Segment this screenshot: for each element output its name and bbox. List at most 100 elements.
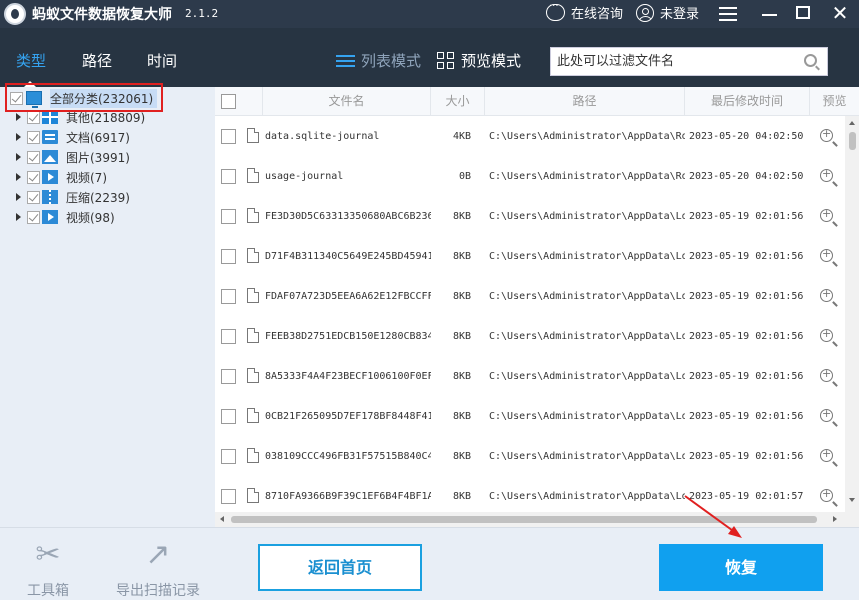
row-checkbox[interactable] <box>221 129 236 144</box>
row-checkbox[interactable] <box>221 289 236 304</box>
highlight-box <box>5 83 163 112</box>
expand-arrow-icon[interactable] <box>16 133 21 141</box>
tree-item-documents[interactable]: 文档(6917) <box>0 127 215 147</box>
tree-item-videos-2[interactable]: 视频(98) <box>0 207 215 227</box>
picture-icon <box>42 150 58 164</box>
tree-item-pictures[interactable]: 图片(3991) <box>0 147 215 167</box>
scroll-thumb[interactable] <box>849 132 856 150</box>
file-path-cell: C:\Users\Administrator\AppData\Lo <box>489 211 685 222</box>
scroll-up-icon[interactable] <box>849 121 855 125</box>
table-row[interactable]: 8710FA9366B9F39C1EF6B4F4BF1A 8KB C:\Users\… <box>215 477 845 517</box>
login-link[interactable]: 未登录 <box>636 3 699 22</box>
file-time-cell: 2023-05-19 02:01:56 <box>689 371 804 382</box>
header-preview[interactable]: 预览 <box>810 87 859 116</box>
file-name-cell: data.sqlite-journal <box>265 131 380 142</box>
tab-path[interactable]: 路径 <box>82 50 112 71</box>
table-row[interactable]: FE3D30D5C63313350680ABC6B236 8KB C:\Users\… <box>215 197 845 237</box>
row-checkbox[interactable] <box>221 249 236 264</box>
expand-arrow-icon[interactable] <box>16 113 21 121</box>
scroll-down-icon[interactable] <box>849 498 855 502</box>
export-log-button[interactable]: ↗ 导出扫描记录 <box>114 536 202 600</box>
tree-item-checkbox[interactable] <box>27 110 40 124</box>
file-time-cell: 2023-05-19 02:01:56 <box>689 211 804 222</box>
row-checkbox[interactable] <box>221 409 236 424</box>
table-row[interactable]: data.sqlite-journal 4KB C:\Users\Administr… <box>215 117 845 157</box>
zoom-preview-icon[interactable] <box>820 167 833 182</box>
zoom-preview-icon[interactable] <box>820 207 833 222</box>
expand-arrow-icon[interactable] <box>16 173 21 181</box>
tree-item-checkbox[interactable] <box>27 190 40 204</box>
scroll-left-icon[interactable] <box>220 516 224 522</box>
list-mode-button[interactable]: 列表模式 <box>336 50 421 71</box>
header-size[interactable]: 大小 <box>431 87 485 116</box>
zoom-preview-icon[interactable] <box>820 407 833 422</box>
filter-box <box>550 47 828 76</box>
filter-input[interactable] <box>551 48 791 75</box>
maximize-icon[interactable] <box>792 0 820 28</box>
zoom-preview-icon[interactable] <box>820 287 833 302</box>
file-path-cell: C:\Users\Administrator\AppData\Lo <box>489 291 685 302</box>
expand-arrow-icon[interactable] <box>16 213 21 221</box>
zoom-preview-icon[interactable] <box>820 247 833 262</box>
menu-icon[interactable] <box>716 0 744 28</box>
file-path-cell: C:\Users\Administrator\AppData\Ro <box>489 171 685 182</box>
table-row[interactable]: FDAF07A723D5EEA6A62E12FBCCFF 8KB C:\Users\… <box>215 277 845 317</box>
table-row[interactable]: 0CB21F265095D7EF178BF8448F41 8KB C:\Users\… <box>215 397 845 437</box>
preview-mode-button[interactable]: 预览模式 <box>437 50 521 71</box>
file-size-cell: 4KB <box>452 131 471 142</box>
zoom-preview-icon[interactable] <box>820 367 833 382</box>
app-version: 2.1.2 <box>185 7 219 20</box>
tree-item-checkbox[interactable] <box>27 170 40 184</box>
table-row[interactable]: 038109CCC496FB31F57515B840C4 8KB C:\Users\… <box>215 437 845 477</box>
file-time-cell: 2023-05-19 02:01:56 <box>689 331 804 342</box>
close-icon[interactable]: ✕ <box>826 0 854 28</box>
header-filename[interactable]: 文件名 <box>263 87 431 116</box>
tree-item-label: 视频(98) <box>66 210 115 225</box>
back-home-button[interactable]: 返回首页 <box>258 544 422 591</box>
table-row[interactable]: FEEB38D2751EDCB150E1280CB834 8KB C:\Users\… <box>215 317 845 357</box>
file-path-cell: C:\Users\Administrator\AppData\Lo <box>489 451 685 462</box>
zoom-preview-icon[interactable] <box>820 327 833 342</box>
row-checkbox[interactable] <box>221 369 236 384</box>
app-title: 蚂蚁文件数据恢复大师 <box>32 7 172 23</box>
header-path[interactable]: 路径 <box>485 87 685 116</box>
horizontal-scrollbar[interactable] <box>215 512 845 527</box>
file-time-cell: 2023-05-20 04:02:50 <box>689 171 804 182</box>
row-checkbox[interactable] <box>221 489 236 504</box>
expand-arrow-icon[interactable] <box>16 153 21 161</box>
expand-arrow-icon[interactable] <box>16 193 21 201</box>
table-row[interactable]: usage-journal 0B C:\Users\Administrator\Ap… <box>215 157 845 197</box>
row-checkbox[interactable] <box>221 169 236 184</box>
minimize-icon[interactable] <box>758 0 786 28</box>
zoom-preview-icon[interactable] <box>820 447 833 462</box>
header-modified-time[interactable]: 最后修改时间 <box>685 87 810 116</box>
table-row[interactable]: D71F4B311340C5649E245BD45941 8KB C:\Users\… <box>215 237 845 277</box>
scroll-thumb-horizontal[interactable] <box>231 516 817 523</box>
file-size-cell: 8KB <box>452 251 471 262</box>
search-icon[interactable] <box>804 54 817 67</box>
zoom-preview-icon[interactable] <box>820 487 833 502</box>
online-consult-link[interactable]: 在线咨询 <box>546 1 623 22</box>
recover-button[interactable]: 恢复 <box>659 544 823 591</box>
login-label: 未登录 <box>660 7 700 22</box>
tree-item-checkbox[interactable] <box>27 130 40 144</box>
video-icon <box>42 210 58 224</box>
zoom-preview-icon[interactable] <box>820 127 833 142</box>
tree-item-checkbox[interactable] <box>27 150 40 164</box>
tree-item-archives[interactable]: 压缩(2239) <box>0 187 215 207</box>
list-icon <box>336 54 355 68</box>
row-checkbox[interactable] <box>221 329 236 344</box>
file-icon <box>247 328 259 343</box>
tree-item-checkbox[interactable] <box>27 210 40 224</box>
file-time-cell: 2023-05-19 02:01:56 <box>689 251 804 262</box>
row-checkbox[interactable] <box>221 449 236 464</box>
row-checkbox[interactable] <box>221 209 236 224</box>
scroll-right-icon[interactable] <box>833 516 837 522</box>
toolbox-button[interactable]: ✂ 工具箱 <box>22 536 74 600</box>
tab-time[interactable]: 时间 <box>147 50 177 71</box>
table-row[interactable]: 8A5333F4A4F23BECF1006100F0EF 8KB C:\Users\… <box>215 357 845 397</box>
tab-type[interactable]: 类型 <box>16 50 46 71</box>
select-all-checkbox[interactable] <box>221 94 236 109</box>
tree-item-videos[interactable]: 视频(7) <box>0 167 215 187</box>
vertical-scrollbar[interactable] <box>845 116 859 527</box>
